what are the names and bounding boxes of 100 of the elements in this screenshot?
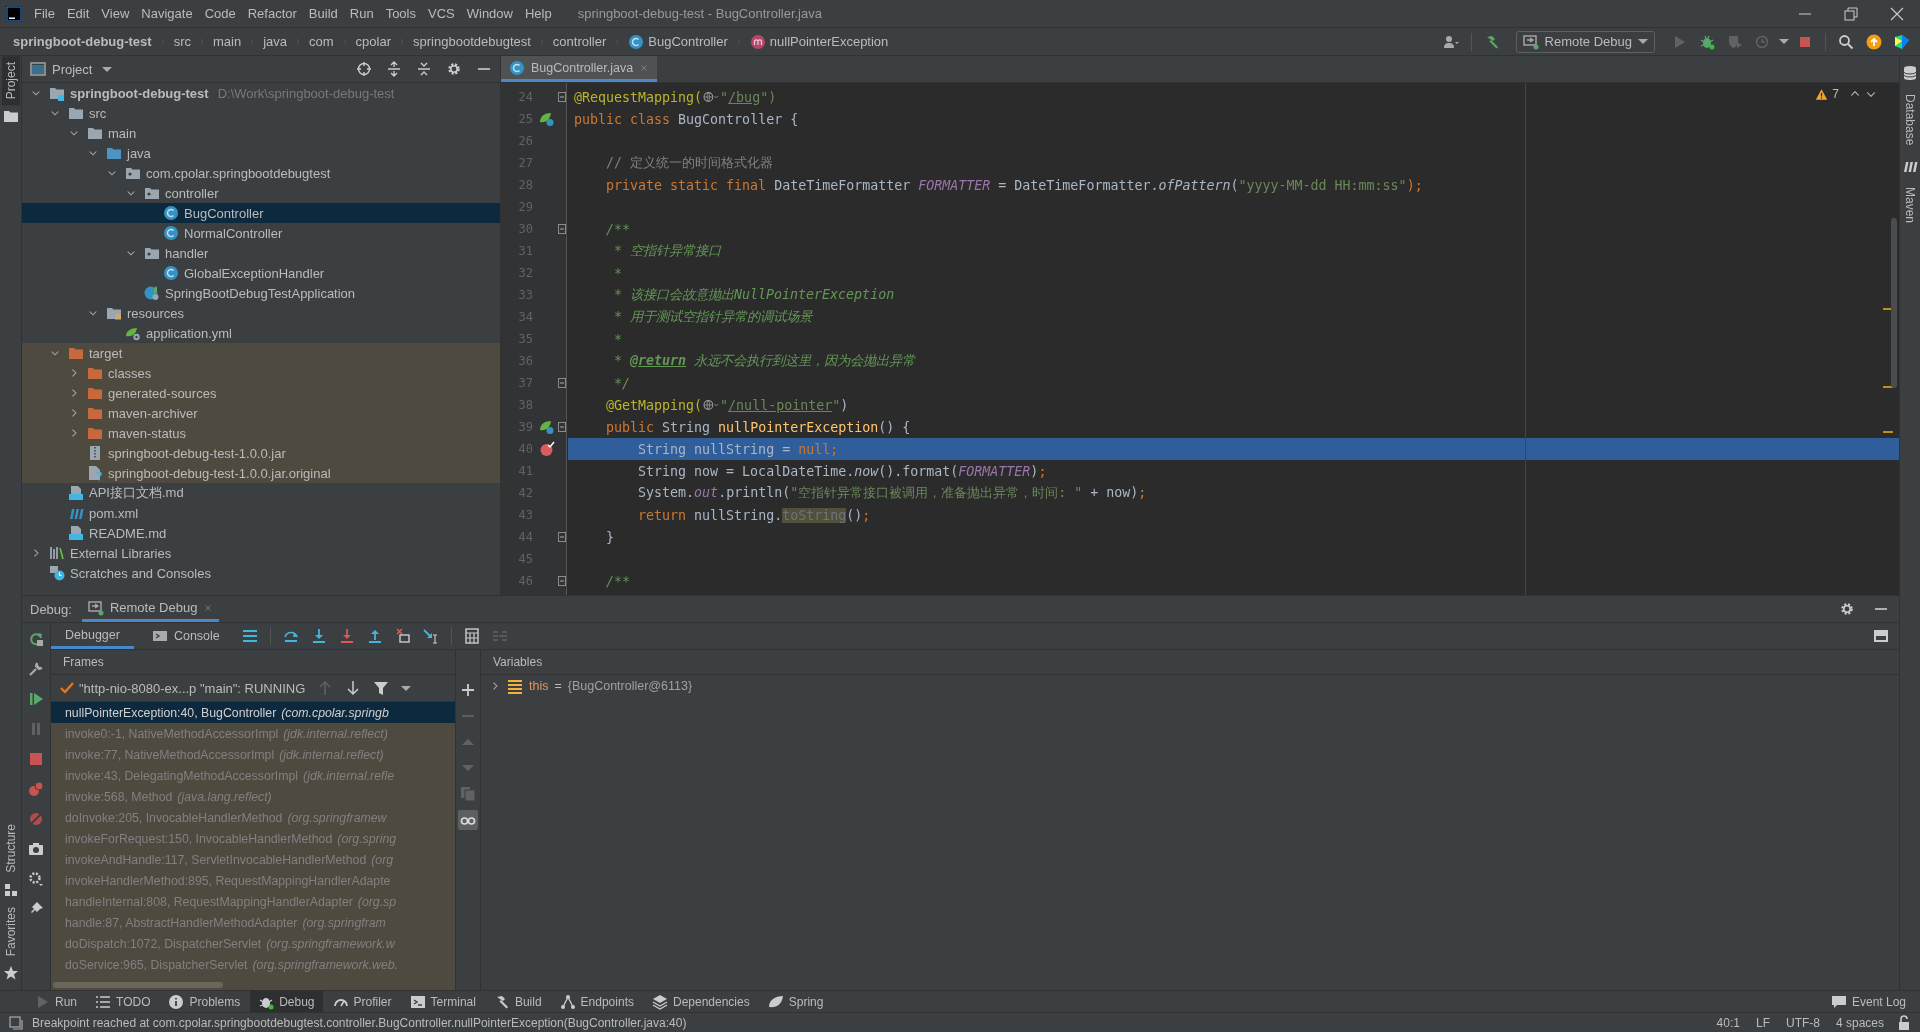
caret-icon[interactable] <box>102 66 113 72</box>
tree-item[interactable]: controller <box>22 183 500 203</box>
breadcrumb[interactable]: com <box>306 34 337 49</box>
tool-window-tab[interactable]: Maven <box>1901 181 1919 230</box>
mute-breakpoints-icon[interactable] <box>28 811 44 828</box>
status-square-icon[interactable] <box>8 1014 24 1031</box>
breadcrumb[interactable]: main <box>210 34 245 49</box>
layout-icon[interactable] <box>1873 628 1889 645</box>
tool-window-button[interactable]: Run <box>26 991 85 1012</box>
menu-item[interactable]: Help <box>518 6 558 21</box>
filter-icon[interactable] <box>373 680 390 697</box>
fold-icon[interactable] <box>557 89 567 105</box>
menu-item[interactable]: Run <box>343 6 380 21</box>
tree-item[interactable]: GlobalExceptionHandler <box>22 263 500 283</box>
tool-window-button[interactable]: Profiler <box>324 991 400 1012</box>
tree-item[interactable]: springboot-debug-test-1.0.0.jar <box>22 443 500 463</box>
menu-item[interactable]: View <box>95 6 136 21</box>
line-separator[interactable]: LF <box>1751 1015 1774 1030</box>
tool-window-button[interactable]: Terminal <box>401 991 484 1012</box>
tree-item[interactable]: classes <box>22 363 500 383</box>
tool-window-button[interactable]: Endpoints <box>551 991 642 1012</box>
wrench-icon[interactable] <box>28 661 44 678</box>
menu-item[interactable]: VCS <box>422 6 461 21</box>
settings-icon[interactable] <box>446 61 462 77</box>
tool-window-tab[interactable]: Favorites <box>1 900 20 962</box>
breadcrumb[interactable]: BugController <box>625 33 731 50</box>
debugger-tab[interactable]: Console <box>137 623 234 650</box>
tree-item[interactable]: springboot-debug-test D:\Work\springboot-debug-test <box>22 83 500 103</box>
force-step-into-icon[interactable] <box>338 628 355 645</box>
fold-icon[interactable] <box>557 375 567 391</box>
panel-title[interactable]: Project <box>52 61 93 77</box>
run-configuration-dropdown[interactable]: Remote Debug <box>1515 30 1655 53</box>
tree-item[interactable]: src <box>22 103 500 123</box>
stop-icon[interactable] <box>28 751 44 768</box>
caret-position[interactable]: 40:1 <box>1712 1015 1744 1030</box>
menu-item[interactable]: Navigate <box>135 6 199 21</box>
menu-item[interactable]: File <box>28 6 61 21</box>
tool-window-button[interactable]: Event Log <box>1822 991 1914 1012</box>
arrow-down-icon[interactable] <box>345 680 362 697</box>
fold-icon[interactable] <box>557 419 567 435</box>
breadcrumb[interactable]: springboot-debug-test <box>10 34 155 49</box>
user-icon[interactable] <box>1442 33 1459 50</box>
restore-icon[interactable] <box>1843 5 1859 22</box>
tool-window-button[interactable]: Debug <box>250 991 323 1012</box>
tree-item[interactable]: BugController <box>22 203 500 223</box>
tool-window-tab[interactable]: Structure <box>1 817 20 879</box>
fold-icon[interactable] <box>557 573 567 589</box>
variable-item[interactable]: this = {BugController@6113} <box>481 675 1899 698</box>
scrollbar[interactable] <box>1891 218 1897 388</box>
warning-count[interactable]: 7 <box>1832 87 1839 101</box>
search-icon[interactable] <box>1838 33 1854 50</box>
tool-window-button[interactable]: Spring <box>759 991 832 1012</box>
collapse-all-icon[interactable] <box>416 61 432 77</box>
tool-window-button[interactable]: Problems <box>160 991 249 1012</box>
scrollbar[interactable] <box>53 982 223 988</box>
tool-window-button[interactable]: Build <box>485 991 550 1012</box>
rerun-icon[interactable] <box>28 631 44 648</box>
tree-item[interactable]: main <box>22 123 500 143</box>
tree-item[interactable]: application.yml <box>22 323 500 343</box>
warning-marker[interactable] <box>1883 431 1893 433</box>
settings-icon[interactable] <box>1839 601 1855 618</box>
fold-icon[interactable] <box>557 529 567 545</box>
tree-item[interactable]: maven-status <box>22 423 500 443</box>
breakpoints-icon[interactable] <box>28 781 44 798</box>
tool-window-tab[interactable]: Project <box>1 56 20 106</box>
watches-toggle[interactable] <box>458 810 478 831</box>
tree-item[interactable]: com.cpolar.springbootdebugtest <box>22 163 500 183</box>
fold-icon[interactable] <box>557 221 567 237</box>
lock-icon[interactable] <box>1896 1014 1912 1031</box>
tree-item[interactable]: maven-archiver <box>22 403 500 423</box>
thread-selector[interactable]: "http-nio-8080-ex...p "main": RUNNING <box>79 680 306 696</box>
stack-frame[interactable]: nullPointerException:40, BugController (com.cpolar.springb <box>51 702 455 724</box>
breadcrumb[interactable]: springbootdebugtest <box>410 34 534 49</box>
tree-item[interactable]: java <box>22 143 500 163</box>
leaf-icon[interactable] <box>539 419 555 435</box>
resume-icon[interactable] <box>28 691 44 708</box>
tool-window-button[interactable]: TODO <box>87 991 159 1012</box>
menu-item[interactable]: Edit <box>60 6 96 21</box>
camera-icon[interactable] <box>28 841 44 858</box>
menu-item[interactable]: Tools <box>379 6 422 21</box>
breadcrumb[interactable]: src <box>170 34 194 49</box>
bug-icon[interactable] <box>1699 33 1715 50</box>
menu-item[interactable]: Build <box>302 6 344 21</box>
globe-dropdown-icon[interactable] <box>702 398 721 412</box>
tree-item[interactable]: generated-sources <box>22 383 500 403</box>
tree-item[interactable]: target <box>22 343 500 363</box>
tree-item[interactable]: SpringBootDebugTestApplication <box>22 283 500 303</box>
indent-setting[interactable]: 4 spaces <box>1831 1015 1888 1030</box>
caret-icon[interactable] <box>401 685 412 691</box>
tree-item[interactable]: External Libraries <box>22 543 500 563</box>
tree-item[interactable]: Scratches and Consoles <box>22 563 500 583</box>
tree-item[interactable]: resources <box>22 303 500 323</box>
session-tab[interactable]: Remote Debug <box>81 596 220 623</box>
plus-icon[interactable] <box>460 682 476 699</box>
breadcrumb[interactable]: java <box>260 34 291 49</box>
debugger-tab[interactable]: Debugger <box>51 623 134 650</box>
run-to-cursor-icon[interactable] <box>422 628 439 645</box>
menu-item[interactable]: Window <box>460 6 519 21</box>
close-icon[interactable] <box>1889 5 1905 22</box>
step-out-icon[interactable] <box>366 628 383 645</box>
